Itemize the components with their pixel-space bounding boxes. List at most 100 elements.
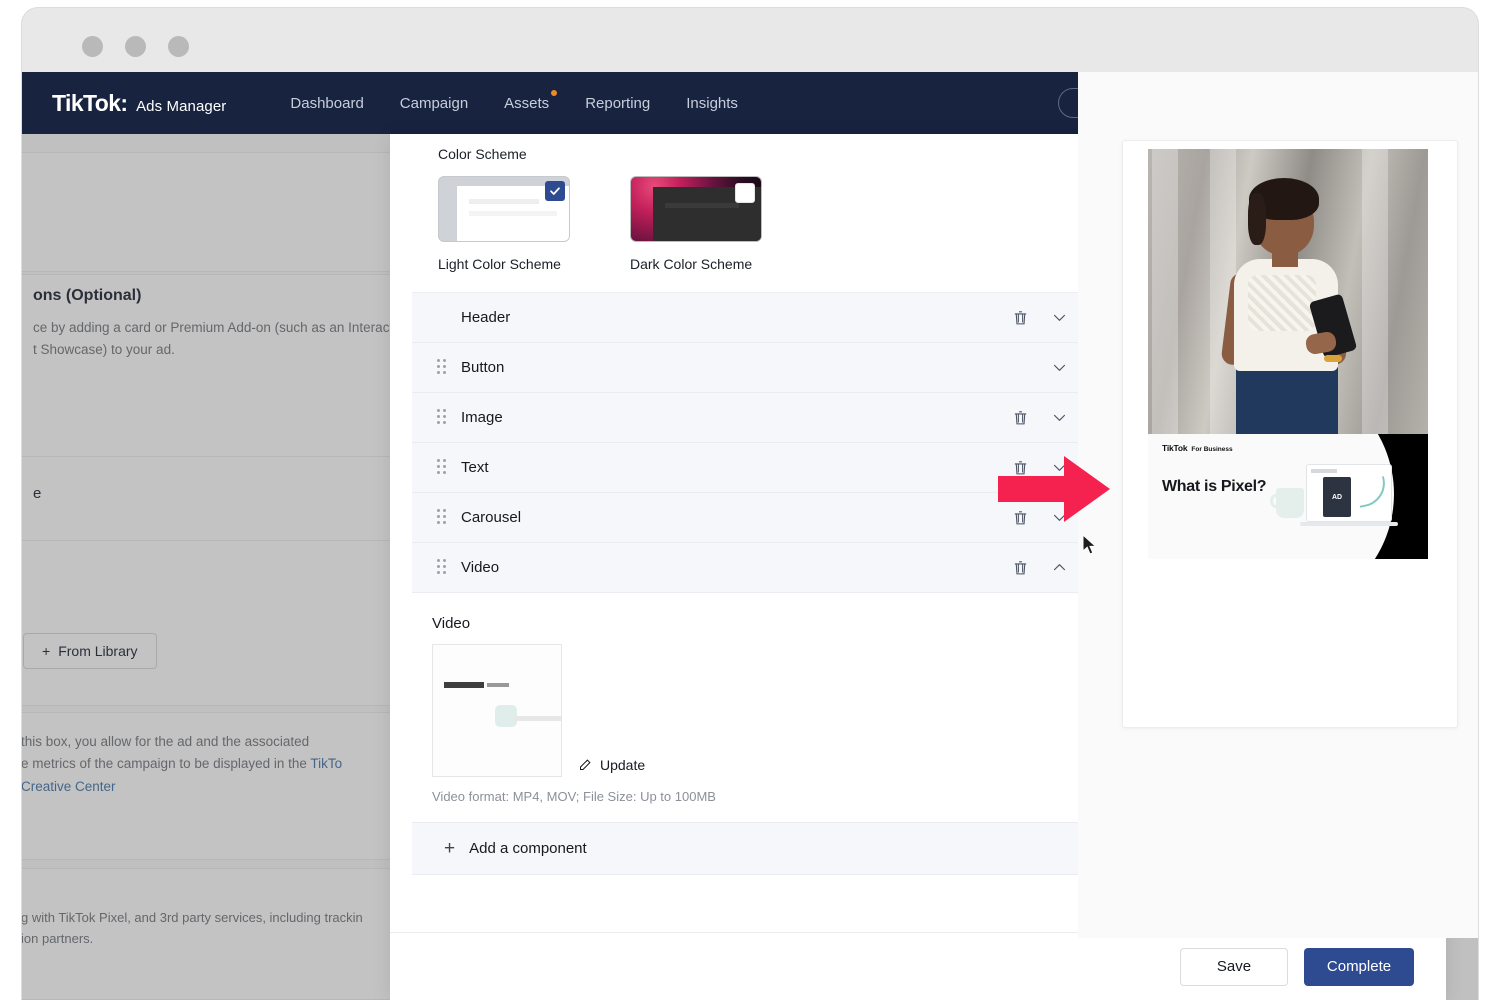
brand-subtitle: Ads Manager (136, 98, 226, 115)
addons-description: ce by adding a card or Premium Add-on (s… (33, 317, 405, 362)
laptop-illustration: AD (1306, 464, 1392, 522)
window-close-button[interactable] (82, 36, 103, 57)
component-name: Video (461, 559, 499, 576)
video-thumb-logo (444, 682, 484, 688)
background-card-library: + From Library (22, 540, 410, 706)
modal-footer-bar: Save Complete (390, 932, 1446, 1000)
tiktok-creative-center-link-part2[interactable]: Creative Center (22, 779, 116, 794)
drag-handle-icon[interactable] (437, 559, 449, 575)
modal-scroll-body[interactable]: Color Scheme Light Color Scheme (390, 134, 1110, 934)
addons-title: ons (Optional) (33, 287, 141, 305)
person-bangle (1324, 355, 1342, 362)
unchecked-box-icon (735, 183, 755, 203)
brand-colon-icon: : (120, 90, 128, 117)
component-row-text[interactable]: Text (412, 443, 1088, 493)
drag-handle-icon[interactable] (437, 459, 449, 475)
photo-column-1 (1152, 149, 1178, 434)
video-thumbnail[interactable] (432, 644, 562, 777)
component-row-video[interactable]: Video (412, 543, 1088, 593)
background-card-top (22, 152, 410, 272)
component-row-header[interactable]: Header (412, 293, 1088, 343)
assets-notification-dot-icon (551, 90, 557, 96)
video-thumb-shape (495, 705, 517, 727)
dark-scheme-thumbnail[interactable] (630, 176, 762, 242)
brand-logo[interactable]: TikTok : Ads Manager (52, 90, 226, 117)
video-component-panel: Video Update (412, 593, 1088, 823)
chevron-down-icon[interactable] (1051, 459, 1068, 476)
video-format-hint: Video format: MP4, MOV; File Size: Up to… (432, 789, 1068, 804)
light-scheme-thumbnail[interactable] (438, 176, 570, 242)
component-row-button[interactable]: Button (412, 343, 1088, 393)
complete-button[interactable]: Complete (1304, 948, 1414, 986)
plus-icon: + (444, 839, 455, 858)
ad-card-illustration: AD (1323, 477, 1351, 517)
mug-handle (1270, 494, 1282, 508)
chevron-down-icon[interactable] (1051, 359, 1068, 376)
nav-link-campaign[interactable]: Campaign (382, 89, 486, 118)
laptop-base (1300, 522, 1398, 526)
color-scheme-option-light[interactable]: Light Color Scheme (438, 176, 570, 276)
nav-link-assets[interactable]: Assets (486, 89, 567, 118)
consent-line-3: Creative Center (22, 776, 411, 798)
add-component-label: Add a component (469, 840, 587, 857)
update-video-button[interactable]: Update (578, 757, 645, 773)
color-scheme-option-dark[interactable]: Dark Color Scheme (630, 176, 762, 276)
nav-link-dashboard[interactable]: Dashboard (272, 89, 381, 118)
dark-thumb-bar-1 (665, 203, 739, 208)
addons-description-line2: t Showcase) to your ad. (33, 339, 405, 361)
plus-icon: + (42, 643, 50, 659)
check-icon (545, 181, 565, 201)
component-name: Image (461, 409, 503, 426)
save-button[interactable]: Save (1180, 948, 1288, 986)
nav-link-label: Dashboard (290, 95, 363, 112)
consent-line-2: e metrics of the campaign to be displaye… (22, 753, 411, 775)
delete-icon[interactable] (1012, 509, 1029, 526)
chevron-down-icon[interactable] (1051, 309, 1068, 326)
ad-preview-rail: TikTok For Business What is Pixel? AD (1078, 72, 1478, 938)
background-card-consent: this box, you allow for the ad and the a… (22, 712, 410, 860)
footnote-line-1: g with TikTok Pixel, and 3rd party servi… (22, 907, 411, 928)
delete-icon[interactable] (1012, 409, 1029, 426)
nav-link-label: Insights (686, 95, 738, 112)
footnote-text: g with TikTok Pixel, and 3rd party servi… (22, 907, 411, 950)
nav-link-label: Assets (504, 95, 549, 112)
from-library-button[interactable]: + From Library (23, 633, 157, 669)
delete-icon[interactable] (1012, 559, 1029, 576)
chevron-down-icon[interactable] (1051, 409, 1068, 426)
chevron-up-icon[interactable] (1051, 559, 1068, 576)
drag-handle-icon[interactable] (437, 359, 449, 375)
tiktok-creative-center-link-part1[interactable]: TikTo (310, 756, 342, 771)
component-row-image[interactable]: Image (412, 393, 1088, 443)
component-row-carousel[interactable]: Carousel (412, 493, 1088, 543)
component-name: Button (461, 359, 504, 376)
component-row-actions (1012, 309, 1068, 326)
screenshot-root: TikTok : Ads Manager Dashboard Campaign … (0, 0, 1500, 1000)
delete-icon[interactable] (1012, 309, 1029, 326)
video-thumb-line (515, 716, 561, 721)
ad-brand-logo: TikTok For Business (1162, 443, 1233, 453)
brand-name: TikTok (52, 90, 120, 117)
component-list: Header (412, 292, 1088, 875)
background-card-footnote: g with TikTok Pixel, and 3rd party servi… (22, 868, 410, 1000)
delete-icon[interactable] (1012, 459, 1029, 476)
drag-handle-icon[interactable] (437, 509, 449, 525)
laptop-toolbar (1311, 469, 1337, 473)
consent-text: this box, you allow for the ad and the a… (22, 731, 411, 798)
chevron-down-icon[interactable] (1051, 509, 1068, 526)
component-row-actions (1051, 359, 1068, 376)
window-minimize-button[interactable] (125, 36, 146, 57)
component-row-actions (1012, 409, 1068, 426)
person-lace-detail (1248, 275, 1316, 331)
page-viewport: TikTok : Ads Manager Dashboard Campaign … (22, 72, 1478, 1000)
nav-link-insights[interactable]: Insights (668, 89, 756, 118)
nav-link-reporting[interactable]: Reporting (567, 89, 668, 118)
ad-hero-photo (1148, 149, 1428, 434)
ad-headline: What is Pixel? (1162, 478, 1266, 496)
ad-lower-panel: TikTok For Business What is Pixel? AD (1148, 434, 1428, 559)
drag-handle-icon[interactable] (437, 409, 449, 425)
window-maximize-button[interactable] (168, 36, 189, 57)
add-component-button[interactable]: + Add a component (412, 823, 1088, 875)
color-scheme-options: Light Color Scheme Dark Color Scheme (438, 176, 1088, 276)
consent-line-2-text: e metrics of the campaign to be displaye… (22, 756, 310, 771)
person-skirt (1236, 367, 1338, 434)
